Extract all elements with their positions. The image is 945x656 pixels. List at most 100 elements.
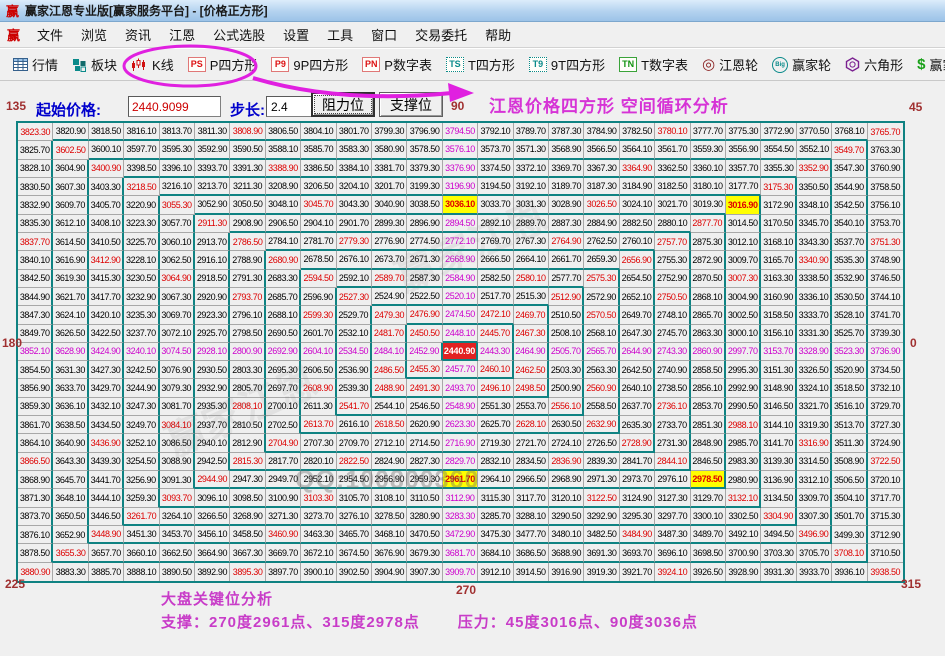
gann-cell: 2803.30 bbox=[230, 361, 265, 379]
toolbar-item-quotes[interactable]: 行情 bbox=[6, 52, 65, 77]
menu-window[interactable]: 窗口 bbox=[362, 22, 406, 47]
gann-cell: 3554.50 bbox=[761, 141, 796, 159]
menu-trade[interactable]: 交易委托 bbox=[406, 22, 476, 47]
gann-cell: 3506.50 bbox=[832, 471, 867, 489]
gann-cell: 3273.70 bbox=[301, 508, 336, 526]
gann-cell: 2692.90 bbox=[266, 343, 301, 361]
toolbar-item-9t-square[interactable]: T99T四方形 bbox=[522, 52, 612, 77]
gann-cell: 2925.70 bbox=[195, 325, 230, 343]
gann-cell: 3895.30 bbox=[230, 563, 265, 581]
gann-cell: 3837.70 bbox=[18, 233, 53, 251]
gann-cell: 3033.70 bbox=[478, 196, 513, 214]
menu-formula-stock-pick[interactable]: 公式选股 bbox=[204, 22, 274, 47]
gann-cell: 3304.90 bbox=[761, 508, 796, 526]
gann-cell: 3460.90 bbox=[266, 526, 301, 544]
gann-cell: 3921.70 bbox=[620, 563, 655, 581]
gann-cell: 3631.30 bbox=[53, 361, 88, 379]
menu-news[interactable]: 资讯 bbox=[116, 22, 160, 47]
gann-cell: 3775.30 bbox=[726, 123, 761, 141]
toolbar-item-p-square[interactable]: PSP四方形 bbox=[181, 52, 265, 77]
toolbar-item-t-number-table[interactable]: TNT数字表 bbox=[612, 52, 695, 77]
gann-cell: 3480.10 bbox=[549, 526, 584, 544]
gann-cell: 2450.50 bbox=[407, 325, 442, 343]
menu-file[interactable]: 文件 bbox=[28, 22, 72, 47]
gann-cell: 3900.10 bbox=[301, 563, 336, 581]
gann-cell: 3556.90 bbox=[726, 141, 761, 159]
gann-cell: 3012.10 bbox=[726, 233, 761, 251]
gann-cell: 3432.10 bbox=[89, 398, 124, 416]
winner-wheel-icon: Big bbox=[772, 57, 788, 73]
gann-cell: 2661.70 bbox=[549, 251, 584, 269]
gann-cell: 2584.90 bbox=[443, 270, 478, 288]
toolbar-item-winner-wheel[interactable]: Big赢家轮 bbox=[765, 52, 838, 77]
gann-cell: 3499.30 bbox=[832, 526, 867, 544]
toolbar-item-label: 赢家轮 bbox=[792, 55, 831, 74]
gann-cell: 3300.10 bbox=[691, 508, 726, 526]
toolbar-item-hexagon[interactable]: 六角形 bbox=[838, 52, 910, 77]
gann-cell: 3724.90 bbox=[868, 434, 903, 452]
gann-cell: 3758.50 bbox=[868, 178, 903, 196]
toolbar-item-sectors[interactable]: 板块 bbox=[65, 52, 124, 77]
kline-icon bbox=[131, 58, 148, 72]
gann-cell: 2572.90 bbox=[584, 288, 619, 306]
gann-cell: 2560.90 bbox=[584, 379, 619, 397]
menu-settings[interactable]: 设置 bbox=[274, 22, 318, 47]
gann-cell: 3595.30 bbox=[160, 141, 195, 159]
gann-cell: 2673.70 bbox=[372, 251, 407, 269]
toolbar-item-winner-service[interactable]: $赢家服务 bbox=[910, 52, 945, 77]
gann-cell: 3873.70 bbox=[18, 508, 53, 526]
gann-cell: 3122.50 bbox=[584, 489, 619, 507]
gann-cell: 3088.90 bbox=[160, 453, 195, 471]
gann-cell: 3787.30 bbox=[549, 123, 584, 141]
gann-cell: 2784.10 bbox=[266, 233, 301, 251]
toolbar-item-9p-square[interactable]: P99P四方形 bbox=[264, 52, 355, 77]
gann-cell: 3362.50 bbox=[655, 160, 690, 178]
gann-cell: 2606.50 bbox=[301, 361, 336, 379]
gann-cell: 2932.90 bbox=[195, 379, 230, 397]
gann-cell: 2486.50 bbox=[372, 361, 407, 379]
toolbar-item-t-square[interactable]: TST四方形 bbox=[439, 52, 522, 77]
gann-cell: 3823.30 bbox=[18, 123, 53, 141]
menu-gann[interactable]: 江恩 bbox=[160, 22, 204, 47]
support-button[interactable]: 支撑位 bbox=[379, 92, 443, 117]
gann-cell: 2716.90 bbox=[443, 434, 478, 452]
gann-cell: 2479.30 bbox=[372, 306, 407, 324]
gann-cell: 3451.30 bbox=[124, 526, 159, 544]
gann-cell: 3307.30 bbox=[797, 508, 832, 526]
gann-cell: 2457.70 bbox=[443, 361, 478, 379]
toolbar-item-kline[interactable]: K线 bbox=[124, 52, 181, 77]
toolbar-item-gann-wheel[interactable]: ◎江恩轮 bbox=[695, 52, 765, 77]
gann-cell: 3619.30 bbox=[53, 270, 88, 288]
menu-help[interactable]: 帮助 bbox=[476, 22, 520, 47]
start-price-input[interactable] bbox=[128, 96, 221, 117]
gann-cell: 3487.30 bbox=[655, 526, 690, 544]
menu-tools[interactable]: 工具 bbox=[318, 22, 362, 47]
gann-cell: 3552.10 bbox=[797, 141, 832, 159]
gann-cell: 3276.10 bbox=[337, 508, 372, 526]
gann-cell: 2688.10 bbox=[266, 306, 301, 324]
menu-browse[interactable]: 浏览 bbox=[72, 22, 116, 47]
gann-cell: 3866.50 bbox=[18, 453, 53, 471]
gann-cell: 2570.50 bbox=[584, 306, 619, 324]
gann-cell: 3357.70 bbox=[726, 160, 761, 178]
gann-cell: 2680.90 bbox=[266, 251, 301, 269]
gann-cell: 3216.10 bbox=[160, 178, 195, 196]
gann-cell: 3132.10 bbox=[726, 489, 761, 507]
gann-cell: 3676.90 bbox=[372, 544, 407, 562]
toolbar-item-p-number-table[interactable]: PNP数字表 bbox=[355, 52, 439, 77]
gann-cell: 3427.30 bbox=[89, 361, 124, 379]
gann-cell: 3235.30 bbox=[124, 306, 159, 324]
gann-cell: 3633.70 bbox=[53, 379, 88, 397]
gann-cell: 3081.70 bbox=[160, 398, 195, 416]
gann-cell: 2916.10 bbox=[195, 251, 230, 269]
resistance-button[interactable]: 阻力位 bbox=[311, 92, 375, 117]
gann-cell: 3144.10 bbox=[761, 416, 796, 434]
gann-cell: 3420.10 bbox=[89, 306, 124, 324]
gann-cell: 2980.90 bbox=[726, 471, 761, 489]
gann-cell: 2966.50 bbox=[514, 471, 549, 489]
footer-title: 大盘关键位分析 bbox=[161, 588, 273, 609]
gann-cell: 3220.90 bbox=[124, 196, 159, 214]
gann-cell: 3693.70 bbox=[620, 544, 655, 562]
gann-cell: 3295.30 bbox=[620, 508, 655, 526]
gann-wheel-icon: ◎ bbox=[702, 57, 715, 72]
